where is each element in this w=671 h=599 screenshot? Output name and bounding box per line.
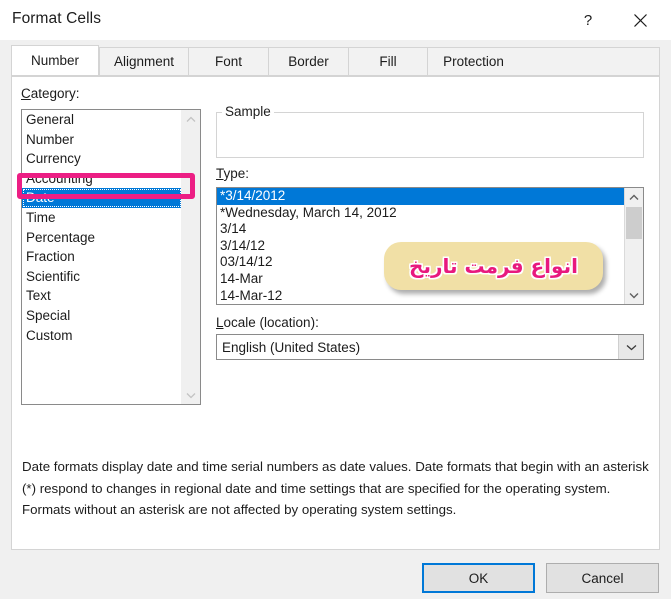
category-item-time[interactable]: Time xyxy=(22,208,182,228)
locale-label-accel: L xyxy=(216,315,224,330)
scroll-up-icon[interactable] xyxy=(182,110,200,128)
category-item-text[interactable]: Text xyxy=(22,286,182,306)
type-item-0[interactable]: *3/14/2012 xyxy=(217,188,626,205)
type-item-1[interactable]: *Wednesday, March 14, 2012 xyxy=(217,205,626,222)
cancel-button[interactable]: Cancel xyxy=(546,563,659,593)
type-item-6[interactable]: 14-Mar-12 xyxy=(217,288,626,304)
category-item-accounting[interactable]: Accounting xyxy=(22,169,182,189)
category-item-currency[interactable]: Currency xyxy=(22,149,182,169)
type-item-2[interactable]: 3/14 xyxy=(217,221,626,238)
locale-combobox[interactable]: English (United States) xyxy=(216,334,644,360)
tab-protection[interactable]: Protection xyxy=(427,47,520,76)
close-icon[interactable] xyxy=(617,0,663,40)
scroll-down-icon[interactable] xyxy=(625,286,643,304)
tab-strip: Number Alignment Font Border Fill Protec… xyxy=(11,45,660,77)
category-label-accel: C xyxy=(21,86,31,101)
tab-border[interactable]: Border xyxy=(268,47,349,76)
tab-label: Alignment xyxy=(113,54,175,69)
ok-button[interactable]: OK xyxy=(422,563,535,593)
tab-label: Border xyxy=(288,54,329,69)
type-label: Type: xyxy=(216,166,249,181)
type-scrollbar[interactable] xyxy=(624,188,643,304)
category-item-general[interactable]: General xyxy=(22,110,182,130)
tab-alignment[interactable]: Alignment xyxy=(99,47,189,76)
tab-label: Fill xyxy=(379,54,397,69)
sample-value xyxy=(217,113,643,127)
locale-label-rest: ocale (location): xyxy=(223,315,319,330)
help-icon[interactable]: ? xyxy=(565,0,611,40)
scroll-up-icon[interactable] xyxy=(625,188,643,206)
description-text: Date formats display date and time seria… xyxy=(22,459,649,517)
category-label-rest: ategory: xyxy=(30,86,80,101)
category-list-items: General Number Currency Accounting Date … xyxy=(22,110,182,345)
category-item-custom[interactable]: Custom xyxy=(22,326,182,346)
type-label-rest: ype: xyxy=(223,166,250,181)
category-listbox[interactable]: General Number Currency Accounting Date … xyxy=(21,109,201,405)
sample-groupbox xyxy=(216,112,644,158)
category-scrollbar[interactable] xyxy=(181,110,200,404)
help-glyph: ? xyxy=(583,11,593,29)
locale-selected-value: English (United States) xyxy=(222,339,361,355)
type-label-accel: T xyxy=(216,166,224,181)
tab-font[interactable]: Font xyxy=(188,47,269,76)
tab-label: Number xyxy=(30,53,79,68)
category-item-number[interactable]: Number xyxy=(22,130,182,150)
ok-button-label: OK xyxy=(468,570,489,586)
cancel-button-label: Cancel xyxy=(581,570,624,586)
category-item-fraction[interactable]: Fraction xyxy=(22,247,182,267)
category-label: Category: xyxy=(21,86,80,101)
close-x-glyph xyxy=(633,13,647,27)
locale-label: Locale (location): xyxy=(216,315,319,330)
scroll-down-icon[interactable] xyxy=(182,386,200,404)
annotation-callout-bubble: انواع فرمت تاریخ xyxy=(384,242,603,290)
annotation-callout-text: انواع فرمت تاریخ xyxy=(409,254,578,278)
format-cells-dialog: Format Cells ? Number Alignment Font Bor… xyxy=(0,0,671,599)
sample-legend-label: Sample xyxy=(222,104,274,119)
category-item-scientific[interactable]: Scientific xyxy=(22,267,182,287)
category-item-special[interactable]: Special xyxy=(22,306,182,326)
tab-fill[interactable]: Fill xyxy=(348,47,428,76)
category-item-date[interactable]: Date xyxy=(22,188,182,208)
category-item-percentage[interactable]: Percentage xyxy=(22,228,182,248)
chevron-down-icon[interactable] xyxy=(618,335,643,359)
window-title: Format Cells xyxy=(12,10,102,27)
tab-label: Font xyxy=(214,54,242,69)
tab-number[interactable]: Number xyxy=(11,45,99,76)
tab-label: Protection xyxy=(443,54,504,69)
title-bar: Format Cells ? xyxy=(0,0,671,40)
type-scrollbar-thumb[interactable] xyxy=(626,207,642,239)
tab-strip-filler xyxy=(519,47,660,76)
